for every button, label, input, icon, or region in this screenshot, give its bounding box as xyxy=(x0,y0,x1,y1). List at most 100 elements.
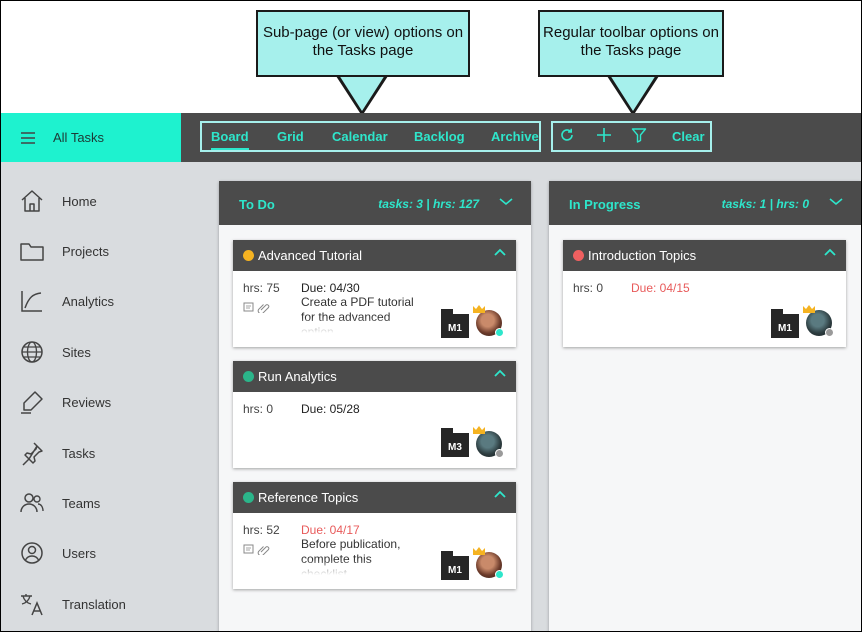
sidebar-item-tasks[interactable]: Tasks xyxy=(1,433,218,473)
card-title: Advanced Tutorial xyxy=(258,248,363,263)
card-due-date: Due: 05/28 xyxy=(301,402,360,416)
pin-icon xyxy=(22,442,43,466)
sidebar-item-label: Teams xyxy=(62,495,101,511)
card-icons xyxy=(243,542,273,560)
card-header: Reference Topics xyxy=(233,482,516,513)
tab-calendar[interactable]: Calendar xyxy=(332,129,388,144)
sidebar-item-reviews[interactable]: Reviews xyxy=(1,382,218,422)
status-dot xyxy=(573,250,584,261)
offline-status-indicator xyxy=(495,449,504,458)
chevron-down-icon[interactable] xyxy=(829,197,843,207)
translate-icon xyxy=(21,594,43,616)
offline-status-indicator xyxy=(825,328,834,337)
home-icon xyxy=(21,190,43,212)
chevron-up-icon[interactable] xyxy=(824,248,836,258)
card-title: Run Analytics xyxy=(258,369,337,384)
sidebar-item-projects[interactable]: Projects xyxy=(1,231,218,271)
refresh-icon[interactable] xyxy=(559,127,575,143)
card-hours: hrs: 0 xyxy=(243,402,274,416)
column-title: To Do xyxy=(239,197,275,212)
attachment-icon xyxy=(257,304,270,315)
status-dot xyxy=(243,250,254,261)
crown-icon xyxy=(473,426,485,434)
task-card[interactable]: Advanced Tutorial hrs: 75 Due: 04/30 Cre… xyxy=(233,240,516,347)
sidebar-item-translation[interactable]: Translation xyxy=(1,584,218,624)
sidebar-item-label: Tasks xyxy=(62,445,96,461)
globe-icon xyxy=(21,341,43,363)
hamburger-menu-icon[interactable] xyxy=(21,131,35,144)
column-title: In Progress xyxy=(569,197,641,212)
milestone-badge: M1 xyxy=(441,309,469,338)
tab-backlog[interactable]: Backlog xyxy=(414,129,465,144)
callout-subpage-pointer-fill xyxy=(339,75,385,111)
online-status-indicator xyxy=(495,570,504,579)
card-description: Create a PDF tutorial for the advanced o… xyxy=(301,295,414,333)
attachment-icon xyxy=(257,546,270,557)
sidebar-item-label: Reviews xyxy=(62,394,112,410)
screenshot-frame: Sub-page (or view) options on the Tasks … xyxy=(0,0,862,632)
notes-icon xyxy=(243,544,254,554)
milestone-badge: M1 xyxy=(771,309,799,338)
pen-icon xyxy=(21,391,43,414)
chevron-up-icon[interactable] xyxy=(494,490,506,500)
chevron-up-icon[interactable] xyxy=(494,369,506,379)
card-header: Advanced Tutorial xyxy=(233,240,516,271)
card-header: Run Analytics xyxy=(233,361,516,392)
card-hours: hrs: 52 xyxy=(243,523,280,537)
sidebar-item-label: Home xyxy=(62,193,97,209)
task-card[interactable]: Run Analytics hrs: 0 Due: 05/28 M3 xyxy=(233,361,516,468)
column-header: To Do tasks: 3 | hrs: 127 xyxy=(219,181,531,225)
callout-toolbar: Regular toolbar options on the Tasks pag… xyxy=(538,10,724,77)
task-card[interactable]: Introduction Topics hrs: 0 Due: 04/15 M1 xyxy=(563,240,846,347)
sidebar: Home Projects Analytics Sites Reviews Ta… xyxy=(1,162,218,631)
board-area: To Do tasks: 3 | hrs: 127 Advanced Tutor… xyxy=(218,162,861,631)
tab-archive[interactable]: Archive xyxy=(491,129,539,144)
card-due-date: Due: 04/15 xyxy=(631,281,690,295)
task-card[interactable]: Reference Topics hrs: 52 Due: 04/17 Befo… xyxy=(233,482,516,589)
filter-icon[interactable] xyxy=(631,127,647,143)
card-hours: hrs: 0 xyxy=(573,281,604,295)
status-dot xyxy=(243,492,254,503)
milestone-badge: M1 xyxy=(441,551,469,580)
card-title: Reference Topics xyxy=(258,490,359,505)
team-icon xyxy=(20,493,44,513)
column-stats: tasks: 3 | hrs: 127 xyxy=(378,197,479,211)
card-hours: hrs: 75 xyxy=(243,281,280,295)
clear-button[interactable]: Clear xyxy=(672,129,705,144)
sidebar-item-sites[interactable]: Sites xyxy=(1,332,218,372)
crown-icon xyxy=(803,305,815,313)
online-status-indicator xyxy=(495,328,504,337)
card-due-date: Due: 04/17 xyxy=(301,523,360,537)
tab-board[interactable]: Board xyxy=(211,129,249,150)
card-header: Introduction Topics xyxy=(563,240,846,271)
sidebar-item-label: Translation xyxy=(62,596,126,612)
sidebar-item-teams[interactable]: Teams xyxy=(1,483,218,523)
callout-subpage: Sub-page (or view) options on the Tasks … xyxy=(256,10,470,77)
sidebar-item-label: Sites xyxy=(62,344,91,360)
sidebar-item-users[interactable]: Users xyxy=(1,533,218,573)
column-in-progress: In Progress tasks: 1 | hrs: 0 Introducti… xyxy=(549,181,861,631)
tab-grid[interactable]: Grid xyxy=(277,129,304,144)
crown-icon xyxy=(473,547,485,555)
milestone-badge: M3 xyxy=(441,428,469,457)
callout-toolbar-pointer-fill xyxy=(610,75,656,111)
chevron-up-icon[interactable] xyxy=(494,248,506,258)
sidebar-item-label: Analytics xyxy=(62,293,115,309)
card-icons xyxy=(243,300,273,318)
sidebar-item-label: Users xyxy=(62,545,96,561)
sidebar-item-analytics[interactable]: Analytics xyxy=(1,281,218,321)
analytics-icon xyxy=(21,291,42,312)
card-title: Introduction Topics xyxy=(588,248,697,263)
status-dot xyxy=(243,371,254,382)
plus-icon[interactable] xyxy=(596,127,612,143)
notes-icon xyxy=(243,302,254,312)
crown-icon xyxy=(473,305,485,313)
chevron-down-icon[interactable] xyxy=(499,197,513,207)
column-to-do: To Do tasks: 3 | hrs: 127 Advanced Tutor… xyxy=(219,181,531,631)
column-stats: tasks: 1 | hrs: 0 xyxy=(721,197,809,211)
top-bar: All Tasks Board Grid Calendar Backlog Ar… xyxy=(1,113,861,162)
folder-icon xyxy=(20,243,44,261)
brand-area: All Tasks xyxy=(1,113,181,162)
sidebar-item-home[interactable]: Home xyxy=(1,181,218,221)
page-title: All Tasks xyxy=(53,130,105,145)
